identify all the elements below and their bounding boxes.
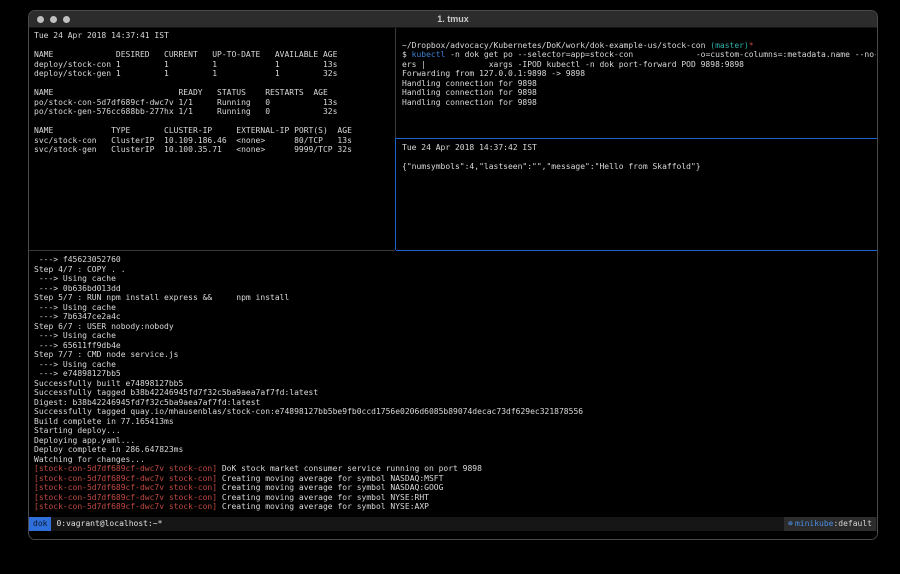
terminal-line: {"numsymbols":4,"lastseen":"","message":… xyxy=(402,162,876,172)
terminal-line xyxy=(402,153,876,163)
terminal-line: NAME DESIRED CURRENT UP-TO-DATE AVAILABL… xyxy=(34,50,392,60)
terminal-line: Build complete in 77.165413ms xyxy=(34,417,876,427)
terminal-line: NAME READY STATUS RESTARTS AGE xyxy=(34,88,392,98)
terminal-line: Step 7/7 : CMD node service.js xyxy=(34,350,876,360)
kubernetes-helm-icon: ☸ xyxy=(788,517,793,531)
tmux-status-right: ☸minikube:default xyxy=(784,517,876,531)
tmux-status-bar: dok 0:vagrant@localhost:~* ☸minikube:def… xyxy=(29,517,877,531)
pane-divider-horizontal-main-left[interactable] xyxy=(29,250,395,251)
terminal-line: po/stock-con-5d7df689cf-dwc7v 1/1 Runnin… xyxy=(34,98,392,108)
window-titlebar: 1. tmux xyxy=(29,11,877,28)
pane-kubectl-watch[interactable]: Tue 24 Apr 2018 14:37:41 IST NAME DESIRE… xyxy=(34,31,392,246)
terminal-line: po/stock-gen-576cc688bb-277hx 1/1 Runnin… xyxy=(34,107,392,117)
terminal-line xyxy=(34,79,392,89)
terminal-line: Starting deploy... xyxy=(34,426,876,436)
tmux-terminal: Tue 24 Apr 2018 14:37:41 IST NAME DESIRE… xyxy=(29,28,877,540)
terminal-line: ---> e74898127bb5 xyxy=(34,369,876,379)
terminal-line: Handling connection for 9898 xyxy=(402,88,876,98)
pane-port-forward[interactable]: ~/Dropbox/advocacy/Kubernetes/DoK/work/d… xyxy=(402,31,876,135)
terminal-line: Successfully built e74898127bb5 xyxy=(34,379,876,389)
terminal-line: Deploying app.yaml... xyxy=(34,436,876,446)
terminal-line: deploy/stock-gen 1 1 1 1 32s xyxy=(34,69,392,79)
terminal-line: ---> f45623052760 xyxy=(34,255,876,265)
terminal-line: Watching for changes... xyxy=(34,455,876,465)
pane-divider-vertical-bottom[interactable] xyxy=(395,138,396,250)
terminal-line: deploy/stock-con 1 1 1 1 13s xyxy=(34,60,392,70)
terminal-line: [stock-con-5d7df689cf-dwc7v stock-con] C… xyxy=(34,502,876,512)
terminal-line: svc/stock-con ClusterIP 10.109.186.46 <n… xyxy=(34,136,392,146)
terminal-line: [stock-con-5d7df689cf-dwc7v stock-con] D… xyxy=(34,464,876,474)
pane-divider-vertical-top[interactable] xyxy=(395,28,396,138)
terminal-line: svc/stock-gen ClusterIP 10.100.35.71 <no… xyxy=(34,145,392,155)
terminal-line: ---> Using cache xyxy=(34,274,876,284)
terminal-line: ~/Dropbox/advocacy/Kubernetes/DoK/work/d… xyxy=(402,41,876,51)
terminal-line: Digest: b38b42246945fd7f32c5ba9aea7af7fd… xyxy=(34,398,876,408)
terminal-line xyxy=(34,41,392,51)
terminal-line: Step 5/7 : RUN npm install express && np… xyxy=(34,293,876,303)
terminal-line: ---> Using cache xyxy=(34,360,876,370)
terminal-line: [stock-con-5d7df689cf-dwc7v stock-con] C… xyxy=(34,493,876,503)
pane-divider-horizontal-main-right[interactable] xyxy=(396,250,877,251)
terminal-line: Forwarding from 127.0.0.1:9898 -> 9898 xyxy=(402,69,876,79)
tmux-session-name[interactable]: dok xyxy=(29,517,51,531)
terminal-line: ---> 0b636bd013dd xyxy=(34,284,876,294)
terminal-line: ---> 65611ff9db4e xyxy=(34,341,876,351)
terminal-line: [stock-con-5d7df689cf-dwc7v stock-con] C… xyxy=(34,474,876,484)
terminal-line: ---> Using cache xyxy=(34,331,876,341)
kube-namespace-label: :default xyxy=(833,517,872,531)
terminal-window: 1. tmux Tue 24 Apr 2018 14:37:41 IST NAM… xyxy=(28,10,878,540)
pane-stock-con-output[interactable]: Tue 24 Apr 2018 14:37:42 IST {"numsymbol… xyxy=(402,143,876,247)
terminal-line: [stock-con-5d7df689cf-dwc7v stock-con] C… xyxy=(34,483,876,493)
terminal-line: Deploy complete in 286.647823ms xyxy=(34,445,876,455)
tmux-window-name[interactable]: 0:vagrant@localhost:~* xyxy=(56,519,162,529)
terminal-line: NAME TYPE CLUSTER-IP EXTERNAL-IP PORT(S)… xyxy=(34,126,392,136)
terminal-line: Handling connection for 9898 xyxy=(402,98,876,108)
terminal-line: $ kubectl -n dok get po --selector=app=s… xyxy=(402,50,876,60)
pane-divider-horizontal-right[interactable] xyxy=(396,138,877,139)
terminal-line: Tue 24 Apr 2018 14:37:42 IST xyxy=(402,143,876,153)
terminal-line: Successfully tagged b38b42246945fd7f32c5… xyxy=(34,388,876,398)
pane-skaffold-build[interactable]: ---> f45623052760Step 4/7 : COPY . . ---… xyxy=(34,255,876,515)
terminal-line: Step 4/7 : COPY . . xyxy=(34,265,876,275)
terminal-line: ---> Using cache xyxy=(34,303,876,313)
terminal-line: Successfully tagged quay.io/mhausenblas/… xyxy=(34,407,876,417)
terminal-line: Tue 24 Apr 2018 14:37:41 IST xyxy=(34,31,392,41)
terminal-line: ---> 7b6347ce2a4c xyxy=(34,312,876,322)
terminal-line xyxy=(402,31,876,41)
terminal-line: Step 6/7 : USER nobody:nobody xyxy=(34,322,876,332)
kube-context-label: minikube xyxy=(795,517,834,531)
terminal-line: ers | xargs -IPOD kubectl -n dok port-fo… xyxy=(402,60,876,70)
terminal-line: Handling connection for 9898 xyxy=(402,79,876,89)
window-title: 1. tmux xyxy=(29,14,877,24)
terminal-line xyxy=(34,117,392,127)
